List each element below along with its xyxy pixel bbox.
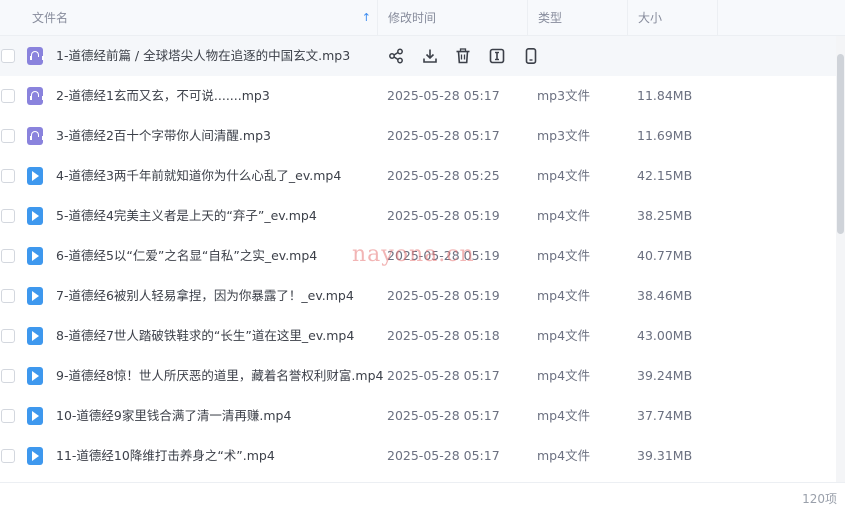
column-header-name-label: 文件名 [32, 11, 69, 25]
item-count: 120项 [802, 492, 837, 506]
table-header: 文件名 ↑ 修改时间 类型 大小 [0, 0, 845, 36]
file-type: mp3文件 [537, 88, 591, 103]
file-size: 38.46MB [637, 288, 693, 303]
file-name[interactable]: 11-道德经10降维打击养身之“术”.mp4 [56, 436, 275, 476]
table-row[interactable]: 4-道德经3两千年前就知道你为什么心乱了_ev.mp4 2025-05-28 0… [0, 156, 836, 196]
file-name[interactable]: 3-道德经2百十个字带你人间清醒.mp3 [56, 116, 271, 156]
table-row[interactable]: 3-道德经2百十个字带你人间清醒.mp3 2025-05-28 05:17 mp… [0, 116, 836, 156]
file-size: 11.69MB [637, 128, 693, 143]
column-header-time[interactable]: 修改时间 [378, 0, 528, 36]
file-modified-time: 2025-05-28 05:17 [387, 128, 500, 143]
scrollbar-thumb[interactable] [837, 54, 844, 234]
file-modified-time: 2025-05-28 05:25 [387, 168, 500, 183]
file-size: 38.25MB [637, 208, 693, 223]
table-row[interactable]: 10-道德经9家里钱合满了清一清再赚.mp4 2025-05-28 05:17 … [0, 396, 836, 436]
row-checkbox[interactable] [1, 329, 15, 343]
file-type: mp4文件 [537, 248, 591, 263]
rename-icon[interactable] [488, 47, 506, 65]
file-size: 39.31MB [637, 448, 693, 463]
file-modified-time: 2025-05-28 05:17 [387, 408, 500, 423]
file-name[interactable]: 4-道德经3两千年前就知道你为什么心乱了_ev.mp4 [56, 156, 341, 196]
file-modified-time: 2025-05-28 05:19 [387, 208, 500, 223]
footer-divider [0, 482, 845, 483]
file-list-panel: 文件名 ↑ 修改时间 类型 大小 1-道德经前篇 / 全球塔尖人物在追逐的中国玄… [0, 0, 845, 511]
file-modified-time: 2025-05-28 05:18 [387, 328, 500, 343]
row-checkbox[interactable] [1, 369, 15, 383]
file-size: 39.24MB [637, 368, 693, 383]
table-row[interactable]: 8-道德经7世人踏破铁鞋求的“长生”道在这里_ev.mp4 2025-05-28… [0, 316, 836, 356]
file-type: mp4文件 [537, 328, 591, 343]
video-file-icon [27, 407, 43, 425]
table-row[interactable]: 11-道德经10降维打击养身之“术”.mp4 2025-05-28 05:17 … [0, 436, 836, 476]
audio-file-icon [27, 47, 44, 65]
file-size: 40.77MB [637, 248, 693, 263]
file-type: mp4文件 [537, 368, 591, 383]
row-checkbox[interactable] [1, 49, 15, 63]
row-checkbox[interactable] [1, 169, 15, 183]
column-header-type[interactable]: 类型 [528, 0, 628, 36]
video-file-icon [27, 447, 43, 465]
file-modified-time: 2025-05-28 05:19 [387, 248, 500, 263]
video-file-icon [27, 327, 43, 345]
file-type: mp4文件 [537, 288, 591, 303]
file-name[interactable]: 1-道德经前篇 / 全球塔尖人物在追逐的中国玄文.mp3 [56, 36, 350, 76]
download-icon[interactable] [421, 47, 439, 65]
video-file-icon [27, 287, 43, 305]
video-file-icon [27, 367, 43, 385]
file-name[interactable]: 9-道德经8惊！世人所厌恶的道里，藏着名誉权利财富.mp4 [56, 356, 383, 396]
video-file-icon [27, 207, 43, 225]
row-checkbox[interactable] [1, 289, 15, 303]
file-modified-time: 2025-05-28 05:17 [387, 88, 500, 103]
table-row[interactable]: 9-道德经8惊！世人所厌恶的道里，藏着名誉权利财富.mp4 2025-05-28… [0, 356, 836, 396]
file-size: 42.15MB [637, 168, 693, 183]
file-name[interactable]: 10-道德经9家里钱合满了清一清再赚.mp4 [56, 396, 291, 436]
file-size: 43.00MB [637, 328, 693, 343]
share-icon[interactable] [387, 47, 405, 65]
file-name[interactable]: 7-道德经6被别人轻易拿捏，因为你暴露了！_ev.mp4 [56, 276, 354, 316]
file-modified-time: 2025-05-28 05:17 [387, 368, 500, 383]
table-row[interactable]: 7-道德经6被别人轻易拿捏，因为你暴露了！_ev.mp4 2025-05-28 … [0, 276, 836, 316]
row-checkbox[interactable] [1, 129, 15, 143]
table-row[interactable]: 2-道德经1玄而又玄，不可说.......mp3 2025-05-28 05:1… [0, 76, 836, 116]
file-rows: 1-道德经前篇 / 全球塔尖人物在追逐的中国玄文.mp3 2-道德经1玄而又玄，… [0, 36, 836, 476]
video-file-icon [27, 247, 43, 265]
row-checkbox[interactable] [1, 409, 15, 423]
delete-icon[interactable] [454, 47, 472, 65]
table-row[interactable]: 6-道德经5以“仁爱”之名显“自私”之实_ev.mp4 2025-05-28 0… [0, 236, 836, 276]
file-type: mp4文件 [537, 208, 591, 223]
column-header-name[interactable]: 文件名 ↑ [22, 0, 378, 36]
row-checkbox[interactable] [1, 449, 15, 463]
file-name[interactable]: 2-道德经1玄而又玄，不可说.......mp3 [56, 76, 270, 116]
row-checkbox[interactable] [1, 209, 15, 223]
file-type: mp3文件 [537, 128, 591, 143]
file-modified-time: 2025-05-28 05:19 [387, 288, 500, 303]
file-name[interactable]: 5-道德经4完美主义者是上天的“弃子”_ev.mp4 [56, 196, 317, 236]
audio-file-icon [27, 127, 44, 145]
phone-icon[interactable] [522, 47, 540, 65]
file-size: 37.74MB [637, 408, 693, 423]
file-name[interactable]: 6-道德经5以“仁爱”之名显“自私”之实_ev.mp4 [56, 236, 317, 276]
table-row[interactable]: 1-道德经前篇 / 全球塔尖人物在追逐的中国玄文.mp3 [0, 36, 836, 76]
row-checkbox[interactable] [1, 249, 15, 263]
file-size: 11.84MB [637, 88, 693, 103]
table-row[interactable]: 5-道德经4完美主义者是上天的“弃子”_ev.mp4 2025-05-28 05… [0, 196, 836, 236]
row-checkbox[interactable] [1, 89, 15, 103]
audio-file-icon [27, 87, 44, 105]
file-type: mp4文件 [537, 408, 591, 423]
video-file-icon [27, 167, 43, 185]
file-type: mp4文件 [537, 448, 591, 463]
column-header-size[interactable]: 大小 [628, 0, 718, 36]
file-name[interactable]: 8-道德经7世人踏破铁鞋求的“长生”道在这里_ev.mp4 [56, 316, 354, 356]
file-modified-time: 2025-05-28 05:17 [387, 448, 500, 463]
file-type: mp4文件 [537, 168, 591, 183]
sort-ascending-icon[interactable]: ↑ [362, 0, 371, 36]
